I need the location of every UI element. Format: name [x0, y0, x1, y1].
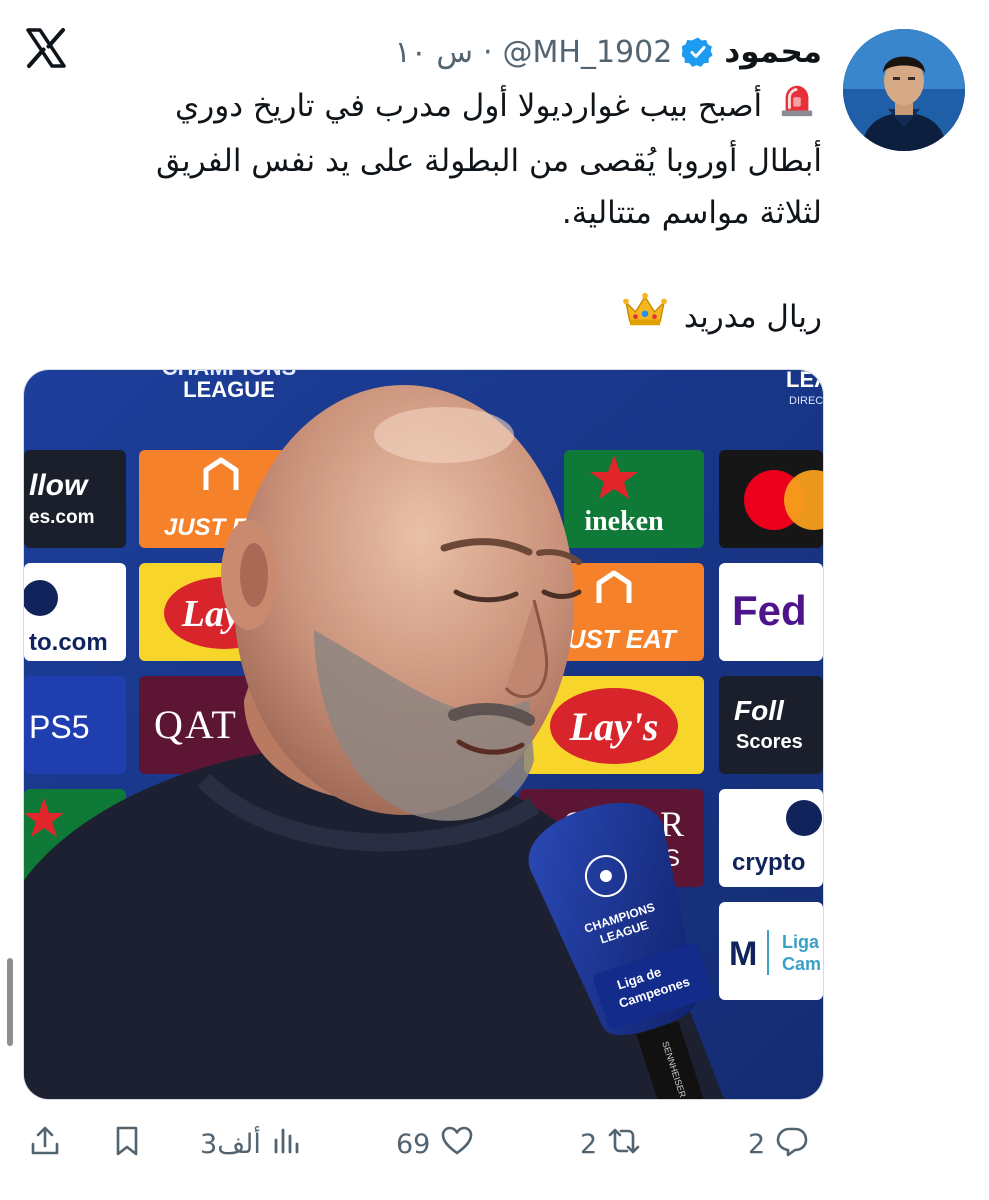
verified-badge-icon — [681, 36, 714, 68]
board-text-lays-2: Lay's — [569, 704, 659, 749]
bookmark-button[interactable] — [110, 1122, 144, 1166]
board-text-liga: Liga — [782, 932, 820, 952]
tweet-line-1: أصبح بيب غوارديولا أول مدرب في تاريخ دور… — [32, 80, 822, 135]
board-text-escom: es.com — [29, 507, 94, 528]
board-text-heineken: ineken — [584, 506, 664, 537]
board-text-fedex: Fed — [732, 587, 807, 634]
post-time[interactable]: س ١٠ — [395, 35, 473, 70]
share-icon — [28, 1124, 62, 1165]
tweet-line-4-text: ريال مدريد — [683, 298, 822, 335]
board-movistar-m: M — [729, 935, 757, 973]
board-text-direc: DIREC — [789, 395, 823, 407]
bookmark-icon — [110, 1124, 144, 1165]
views-count: 3ألف — [200, 1128, 261, 1160]
tweet-line-4: ريال مدريد — [32, 291, 822, 346]
share-button[interactable] — [28, 1122, 62, 1166]
author-handle[interactable]: @MH_1902 — [503, 35, 673, 70]
x-logo-icon[interactable] — [25, 27, 67, 69]
heart-icon — [440, 1124, 474, 1165]
tweet-line-2: أبطال أوروبا يُقصى من البطولة على يد نفس… — [156, 142, 822, 179]
repost-icon — [607, 1124, 641, 1165]
board-text-foll: Foll — [734, 695, 785, 726]
like-count: 69 — [396, 1128, 431, 1160]
like-button[interactable]: 69 — [396, 1122, 474, 1166]
analytics-icon — [271, 1124, 305, 1165]
separator-dot: · — [482, 34, 493, 70]
tweet-text: أصبح بيب غوارديولا أول مدرب في تاريخ دور… — [32, 80, 822, 345]
board-text-llow: llow — [29, 469, 89, 502]
board-text-tocom: to.com — [29, 629, 108, 656]
reply-count: 2 — [748, 1128, 766, 1160]
tweet-header: س ١٠ · @MH_1902 محمود — [395, 32, 822, 72]
tweet-line-1-text: أصبح بيب غوارديولا أول مدرب في تاريخ دور… — [175, 88, 763, 124]
reply-button[interactable]: 2 — [748, 1122, 809, 1166]
views-button[interactable]: 3ألف — [200, 1122, 305, 1166]
board-text-lea: LEA — [786, 370, 823, 392]
crown-emoji-icon — [622, 291, 668, 345]
repost-count: 2 — [580, 1128, 598, 1160]
board-text-cam: Cam — [782, 954, 821, 974]
scroll-indicator[interactable] — [7, 958, 13, 1046]
board-text-ps5: PS5 — [29, 709, 89, 745]
reply-icon — [775, 1124, 809, 1165]
board-text-scores: Scores — [736, 731, 803, 753]
author-avatar[interactable] — [843, 29, 965, 151]
board-text-crypto: crypto — [732, 849, 805, 876]
tweet-media-image[interactable]: CHAMPIONS LEAGUE LEA DIREC llow es.com J… — [23, 369, 824, 1100]
siren-emoji-icon — [778, 81, 816, 135]
tweet-line-3: لثلاثة مواسم متتالية. — [561, 194, 822, 231]
repost-button[interactable]: 2 — [580, 1122, 641, 1166]
board-text-league: LEAGUE — [183, 377, 275, 402]
author-display-name[interactable]: محمود — [724, 34, 822, 70]
board-text-qat: QAT — [154, 702, 238, 747]
